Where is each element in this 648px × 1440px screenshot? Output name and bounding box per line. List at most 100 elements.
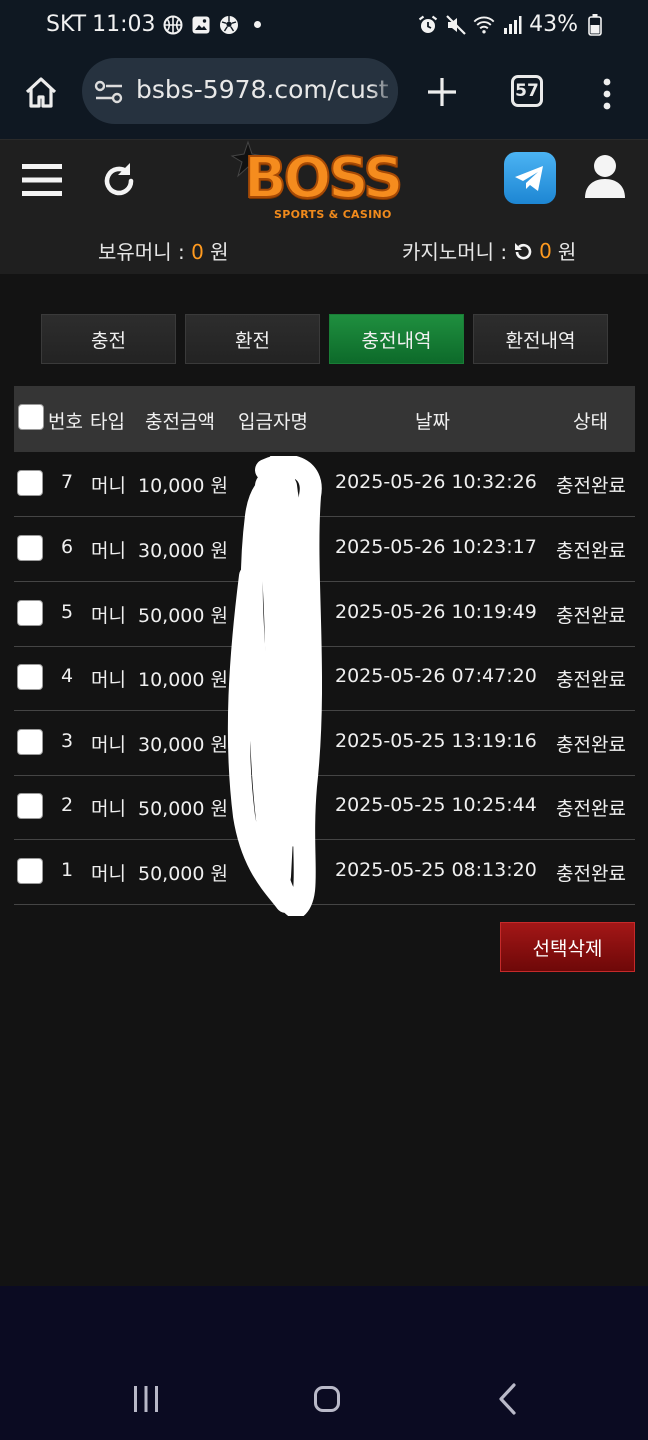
row-type: 머니 [91, 798, 126, 820]
row-type: 머니 [91, 669, 126, 691]
tab-withdraw-history[interactable]: 환전내역 [473, 314, 608, 364]
status-right: 43% [417, 12, 606, 37]
site-settings-icon[interactable] [94, 79, 124, 105]
boss-logo[interactable]: BOSS SPORTS & CASINO [228, 140, 424, 224]
row-checkbox[interactable] [17, 793, 43, 819]
row-no: 1 [61, 859, 74, 881]
clock: 11:03 [92, 12, 156, 37]
column-header-status: 상태 [573, 411, 608, 433]
row-amount: 10,000 원 [138, 475, 229, 497]
site-header: BOSS SPORTS & CASINO 보유머니 : 0 원 카지노머니 : … [0, 140, 648, 274]
battery-icon [584, 13, 606, 36]
notification-dot [253, 21, 261, 28]
recent-apps-icon[interactable] [132, 1386, 160, 1412]
tab-withdraw[interactable]: 환전 [185, 314, 320, 364]
table-row: 3 머니 30,000 원 2025-05-25 13:19:16 충전완료 [14, 711, 635, 776]
row-type: 머니 [91, 540, 126, 562]
column-header-date: 날짜 [415, 411, 450, 433]
row-checkbox[interactable] [17, 470, 43, 496]
balance-display: 보유머니 : 0 원 [98, 236, 229, 265]
signal-icon [501, 14, 523, 36]
table-header: 번호 타입 충전금액 입금자명 날짜 상태 [14, 386, 635, 452]
table-row: 4 머니 10,000 원 2025-05-26 07:47:20 충전완료 [14, 646, 635, 711]
browser-toolbar: bsbs-5978.com/cust 57 [0, 56, 648, 140]
refresh-icon[interactable] [100, 160, 138, 200]
row-amount: 50,000 원 [138, 798, 229, 820]
row-status: 충전완료 [556, 669, 626, 691]
table-row: 6 머니 30,000 원 2025-05-26 10:23:17 충전완료 [14, 517, 635, 582]
casino-currency: 원 [557, 240, 577, 264]
row-type: 머니 [91, 863, 126, 885]
new-tab-icon[interactable] [424, 74, 460, 110]
column-header-no: 번호 [48, 411, 83, 433]
balance-value: 0 [191, 240, 204, 264]
status-left: SKT 11:03 [46, 12, 261, 37]
row-status: 충전완료 [556, 734, 626, 756]
balance-currency: 원 [210, 240, 229, 264]
logo-main-text: BOSS [243, 145, 404, 212]
table-row: 2 머니 50,000 원 2025-05-25 10:25:44 충전완료 [14, 775, 635, 840]
casino-balance-label: 카지노머니 : [402, 240, 508, 264]
back-nav-icon[interactable] [496, 1383, 518, 1415]
row-date: 2025-05-25 08:13:20 [335, 859, 537, 881]
row-checkbox[interactable] [17, 729, 43, 755]
row-no: 5 [61, 601, 74, 623]
column-header-type: 타입 [90, 411, 125, 433]
row-amount: 30,000 원 [138, 734, 229, 756]
row-amount: 10,000 원 [138, 669, 229, 691]
casino-balance-value: 0 [539, 238, 552, 263]
row-date: 2025-05-25 13:19:16 [335, 730, 537, 752]
tab-deposit-history[interactable]: 충전내역 [329, 314, 464, 364]
redaction-scribble [227, 456, 322, 916]
row-status: 충전완료 [556, 605, 626, 627]
basketball-icon [162, 14, 184, 36]
row-amount: 50,000 원 [138, 605, 229, 627]
menu-icon[interactable] [22, 162, 62, 198]
row-date: 2025-05-26 10:23:17 [335, 536, 537, 558]
row-checkbox[interactable] [17, 535, 43, 561]
row-date: 2025-05-25 10:25:44 [335, 794, 537, 816]
row-date: 2025-05-26 10:32:26 [335, 471, 537, 493]
logo-sub-text: SPORTS & CASINO [274, 208, 392, 221]
url-text: bsbs-5978.com/cust [136, 75, 389, 104]
row-no: 6 [61, 536, 74, 558]
image-icon [190, 14, 212, 36]
table-row: 7 머니 10,000 원 2025-05-26 10:32:26 충전완료 [14, 452, 635, 517]
row-amount: 30,000 원 [138, 540, 229, 562]
browser-home-icon[interactable] [22, 74, 60, 112]
row-checkbox[interactable] [17, 858, 43, 884]
row-status: 충전완료 [556, 798, 626, 820]
row-checkbox[interactable] [17, 600, 43, 626]
row-type: 머니 [91, 475, 126, 497]
row-checkbox[interactable] [17, 664, 43, 690]
address-bar[interactable]: bsbs-5978.com/cust [82, 58, 398, 124]
select-all-checkbox[interactable] [18, 404, 44, 430]
row-status: 충전완료 [556, 540, 626, 562]
tab-deposit[interactable]: 충전 [41, 314, 176, 364]
soccer-icon [218, 14, 240, 36]
wifi-icon [473, 14, 495, 36]
carrier-label: SKT [46, 12, 87, 37]
row-type: 머니 [91, 605, 126, 627]
home-nav-icon[interactable] [314, 1386, 340, 1412]
row-status: 충전완료 [556, 863, 626, 885]
user-icon[interactable] [584, 154, 626, 200]
row-date: 2025-05-26 10:19:49 [335, 601, 537, 623]
casino-balance-display: 카지노머니 : 0 원 [402, 236, 576, 265]
alarm-icon [417, 14, 439, 36]
tab-switcher-button[interactable]: 57 [511, 75, 543, 107]
casino-refresh-icon[interactable] [513, 241, 533, 261]
telegram-icon[interactable] [504, 152, 556, 204]
balance-label: 보유머니 : [98, 240, 185, 264]
more-menu-icon[interactable] [594, 74, 620, 114]
row-type: 머니 [91, 734, 126, 756]
table-row: 5 머니 50,000 원 2025-05-26 10:19:49 충전완료 [14, 582, 635, 647]
column-header-amount: 충전금액 [145, 411, 215, 433]
mute-icon [445, 14, 467, 36]
row-date: 2025-05-26 07:47:20 [335, 665, 537, 687]
status-bar: SKT 11:03 43% [0, 0, 648, 56]
battery-percent: 43% [529, 12, 578, 37]
system-nav-bar [0, 1286, 648, 1440]
row-status: 충전완료 [556, 475, 626, 497]
delete-selected-button[interactable]: 선택삭제 [500, 922, 635, 972]
